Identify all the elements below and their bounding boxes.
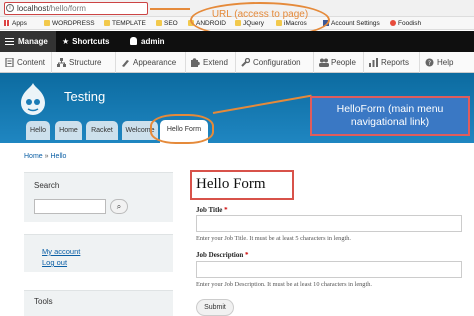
people-icon (319, 58, 329, 67)
my-account-link[interactable]: My account (42, 247, 80, 256)
folder-icon (44, 20, 50, 26)
user-icon (130, 37, 137, 45)
search-block-title: Search (34, 181, 60, 190)
breadcrumb: Home » Hello (24, 153, 66, 160)
menu-content[interactable]: Content (0, 52, 52, 73)
folder-icon (156, 20, 162, 26)
tab-welcome[interactable]: Welcome (122, 121, 158, 140)
search-button[interactable]: ⌕ (110, 199, 128, 214)
url-input[interactable]: localhost/hello/form (4, 2, 148, 15)
job-title-hint: Enter your Job Title. It must be at leas… (196, 235, 351, 242)
drupal-logo-icon[interactable] (18, 82, 48, 116)
folder-icon (104, 20, 110, 26)
search-input[interactable] (34, 199, 106, 214)
menu-appearance[interactable]: Appearance (116, 52, 186, 73)
required-marker: * (224, 206, 228, 214)
breadcrumb-separator: » (44, 153, 49, 160)
apps-grid-icon (4, 20, 10, 26)
site-name[interactable]: Testing (64, 89, 105, 104)
bookmark-account-settings[interactable]: Account Settings (323, 17, 380, 30)
bookmark-wordpress[interactable]: WORDPRESS (44, 17, 95, 30)
tab-hello[interactable]: Hello (26, 121, 50, 140)
help-icon: ? (425, 58, 434, 67)
job-title-input[interactable] (196, 215, 462, 232)
search-icon: ⌕ (116, 202, 122, 211)
annotation-arrow (150, 8, 190, 10)
tools-block: Tools (24, 290, 173, 316)
log-out-link[interactable]: Log out (42, 258, 67, 267)
svg-text:?: ? (428, 60, 431, 67)
star-icon: ★ (62, 37, 70, 46)
menu-people[interactable]: People (314, 52, 364, 73)
tab-hello-form[interactable]: Hello Form (160, 120, 208, 143)
admin-toolbar: Manage ★ Shortcuts admin (0, 31, 474, 52)
user-button[interactable]: admin (130, 31, 165, 52)
job-description-input[interactable] (196, 261, 462, 278)
menu-extend[interactable]: Extend (186, 52, 236, 73)
bookmark-template[interactable]: TEMPLATE (104, 17, 146, 30)
menu-structure[interactable]: Structure (52, 52, 116, 73)
url-path: /hello/form (48, 4, 86, 13)
hamburger-icon (5, 38, 14, 45)
paint-brush-icon (122, 60, 129, 67)
menu-annotation: HelloForm (main menu navigational link) (310, 96, 470, 136)
account-block: My account Log out (24, 234, 173, 272)
menu-configuration[interactable]: Configuration (236, 52, 314, 73)
bookmark-foodish[interactable]: Foodish (390, 17, 421, 30)
structure-icon (57, 58, 66, 67)
info-icon[interactable]: i (6, 4, 14, 12)
required-marker: * (245, 251, 249, 259)
menu-help[interactable]: ? Help (420, 52, 474, 73)
url-host: localhost (17, 4, 49, 13)
shortcuts-button[interactable]: ★ Shortcuts (62, 31, 110, 52)
search-block: Search ⌕ (24, 172, 173, 222)
submit-button[interactable]: Submit (196, 299, 234, 316)
admin-menu-tray: Content Structure Appearance Extend Conf… (0, 52, 474, 73)
content-icon (5, 58, 14, 67)
breadcrumb-home[interactable]: Home (24, 153, 43, 160)
breadcrumb-hello[interactable]: Hello (51, 153, 67, 160)
bookmark-seo[interactable]: SEO (156, 17, 178, 30)
job-title-label: Job Title * (196, 206, 228, 214)
job-description-label: Job Description * (196, 251, 249, 259)
wrench-icon (241, 58, 250, 67)
tab-home[interactable]: Home (55, 121, 82, 140)
job-description-hint: Enter your Job Description. It must be a… (196, 281, 372, 288)
foodish-icon (390, 20, 396, 26)
page-title: Hello Form (196, 176, 266, 192)
tab-racket[interactable]: Racket (86, 121, 118, 140)
tools-block-title: Tools (34, 297, 53, 306)
bar-chart-icon (369, 58, 378, 67)
menu-reports[interactable]: Reports (364, 52, 420, 73)
bookmark-apps[interactable]: Apps (4, 17, 27, 30)
manage-button[interactable]: Manage (0, 31, 56, 52)
puzzle-icon (191, 58, 200, 67)
